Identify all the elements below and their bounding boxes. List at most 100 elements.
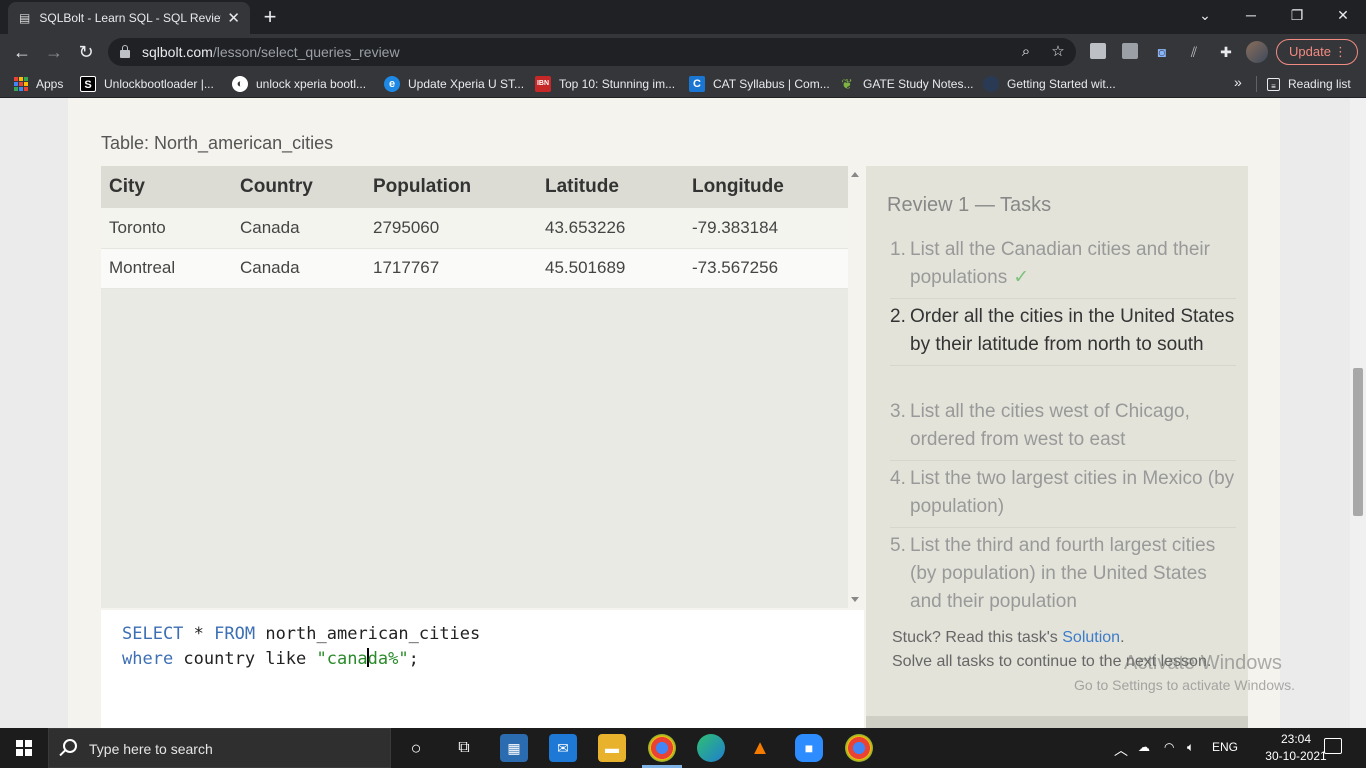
extension-icon[interactable] <box>1090 43 1106 59</box>
extensions-puzzle-icon[interactable]: ✚ <box>1215 41 1237 63</box>
task-item[interactable]: 5. List the third and fourth largest cit… <box>890 532 1236 622</box>
c-logo-icon: C <box>689 76 705 92</box>
taskbar-search[interactable]: Type here to search <box>48 728 391 768</box>
new-tab-button[interactable]: + <box>258 4 282 30</box>
table-caption: Table: North_american_cities <box>101 133 334 153</box>
document-extension-icon[interactable] <box>1122 43 1138 59</box>
bookmarks-divider <box>1256 76 1257 92</box>
database-icon: ▤ <box>19 11 31 25</box>
ibn-logo-icon: IBN <box>535 76 551 92</box>
browser-tab[interactable]: ▤ SQLBolt - Learn SQL - SQL Review ✕ <box>8 2 250 34</box>
task-item[interactable]: 4. List the two largest cities in Mexico… <box>890 465 1236 528</box>
clock-date: 30-10-2021 <box>1265 749 1327 763</box>
tray-overflow-icon[interactable]: ︿ <box>1114 740 1128 760</box>
address-bar[interactable]: sqlbolt.com/lesson/select_queries_review… <box>108 38 1076 66</box>
bookmark-getting-started[interactable]: Getting Started wit... <box>983 75 1116 93</box>
start-button[interactable] <box>0 728 48 768</box>
bookmark-star-icon[interactable]: ☆ <box>1048 42 1068 62</box>
column-header-latitude: Latitude <box>537 166 684 208</box>
bookmark-unlockbootloader[interactable]: S Unlockbootloader |... <box>80 75 214 93</box>
zoom-app-icon[interactable]: ■ <box>795 734 823 762</box>
reload-button[interactable]: ↻ <box>72 38 100 66</box>
bookmark-cat-syllabus[interactable]: C CAT Syllabus | Com... <box>689 75 830 93</box>
table-cell: Toronto <box>101 208 232 249</box>
url-text[interactable]: sqlbolt.com/lesson/select_queries_review <box>142 44 400 60</box>
wifi-icon[interactable]: ◠ <box>1164 740 1174 754</box>
globe-icon: ◐ <box>232 76 248 92</box>
windows-taskbar: Type here to search ○ ⧉ ▦ ✉ ▬ ▲ ■ ︿ ☁ ◠ … <box>0 728 1366 768</box>
bookmark-top10[interactable]: IBN Top 10: Stunning im... <box>535 75 675 93</box>
chrome-icon[interactable] <box>648 734 676 762</box>
table-header-row: City Country Population Latitude Longitu… <box>101 166 848 208</box>
vlc-icon[interactable]: ▲ <box>746 734 774 762</box>
table-cell: Canada <box>232 208 365 249</box>
forward-button[interactable]: → <box>40 38 68 66</box>
mail-icon[interactable]: ✉ <box>549 734 577 762</box>
browser-toolbar: ← → ↻ sqlbolt.com/lesson/select_queries_… <box>0 34 1366 70</box>
bookmarks-overflow-icon[interactable]: » <box>1234 74 1242 90</box>
profile-avatar[interactable] <box>1246 41 1268 63</box>
table-cell: 45.501689 <box>537 248 684 289</box>
back-button[interactable]: ← <box>8 38 36 66</box>
task-item[interactable]: 3. List all the cities west of Chicago, … <box>890 398 1236 461</box>
checkmark-icon: ✓ <box>1013 267 1030 288</box>
file-explorer-icon[interactable]: ▬ <box>598 734 626 762</box>
results-scrollbar[interactable] <box>848 166 864 608</box>
reading-list-button[interactable]: ≡ Reading list <box>1267 75 1351 93</box>
page-scroll-thumb[interactable] <box>1353 368 1363 516</box>
column-header-country: Country <box>232 166 365 208</box>
more-menu-icon: ⋮ <box>1334 44 1347 59</box>
table-cell: -79.383184 <box>684 208 848 249</box>
code-line-1: SELECT * FROM north_american_cities <box>122 624 481 644</box>
volume-icon[interactable]: 🔈︎ <box>1187 740 1194 755</box>
restore-button[interactable]: ❐ <box>1274 0 1320 30</box>
clock-time: 23:04 <box>1280 732 1312 746</box>
bookmark-apps[interactable]: Apps <box>14 75 63 93</box>
edge-icon[interactable] <box>697 734 725 762</box>
table-row: Montreal Canada 1717767 45.501689 -73.56… <box>101 248 848 289</box>
tab-search-chevron-icon[interactable]: ⌄ <box>1182 0 1228 30</box>
bookmark-gate-notes[interactable]: ❦ GATE Study Notes... <box>839 75 973 93</box>
minimize-button[interactable]: ─ <box>1228 0 1274 30</box>
onedrive-icon[interactable]: ☁ <box>1138 740 1150 754</box>
leaf-icon: ❦ <box>841 76 853 92</box>
bookmark-unlock-xperia[interactable]: ◐ unlock xperia bootl... <box>232 75 366 93</box>
sql-editor[interactable]: SELECT * FROM north_american_cities wher… <box>101 610 864 728</box>
bookmark-update-xperia[interactable]: e Update Xperia U ST... <box>384 75 524 93</box>
windows-logo-icon <box>16 740 32 756</box>
task-item-active[interactable]: 2. Order all the cities in the United St… <box>890 303 1236 366</box>
camera-extension-icon[interactable]: ◙ <box>1151 41 1173 63</box>
bookmarks-bar: Apps S Unlockbootloader |... ◐ unlock xp… <box>0 70 1366 98</box>
zoom-icon[interactable]: ⌕ <box>1016 42 1036 62</box>
page-scrollbar[interactable] <box>1350 98 1366 728</box>
store-icon[interactable]: ▦ <box>500 734 528 762</box>
language-indicator[interactable]: ENG <box>1212 740 1238 754</box>
lock-icon[interactable] <box>120 45 130 58</box>
cortana-icon[interactable]: ○ <box>402 734 430 762</box>
table-cell: -73.567256 <box>684 248 848 289</box>
reading-list-icon: ≡ <box>1267 77 1280 91</box>
scroll-up-arrow-icon[interactable] <box>851 172 859 177</box>
task-item[interactable]: 1. List all the Canadian cities and thei… <box>890 236 1236 299</box>
chart-extension-icon[interactable]: ⫽ <box>1183 41 1205 63</box>
column-header-longitude: Longitude <box>684 166 848 208</box>
s-logo-icon: S <box>80 76 96 92</box>
search-icon <box>63 739 77 753</box>
solution-link[interactable]: Solution <box>1062 629 1120 646</box>
tasks-title: Review 1 — Tasks <box>887 194 1052 216</box>
scroll-down-arrow-icon[interactable] <box>851 597 859 602</box>
column-header-city: City <box>101 166 232 208</box>
chrome-profile-icon[interactable] <box>845 734 873 762</box>
update-button[interactable]: Update ⋮ <box>1276 39 1358 65</box>
activate-windows-watermark: Activate Windows Go to Settings to activ… <box>1074 652 1295 693</box>
task-view-icon[interactable]: ⧉ <box>450 734 478 762</box>
tab-title: SQLBolt - Learn SQL - SQL Review <box>39 11 222 25</box>
taskbar-clock[interactable]: 23:04 30-10-2021 <box>1264 731 1328 765</box>
code-line-2: where country like "canada%"; <box>122 648 419 669</box>
tab-close-icon[interactable]: ✕ <box>227 9 240 27</box>
table-cell: 1717767 <box>365 248 537 289</box>
table-cell: 43.653226 <box>537 208 684 249</box>
close-window-button[interactable]: ✕ <box>1320 0 1366 30</box>
notification-icon[interactable] <box>1324 738 1342 754</box>
tasks-footer <box>866 716 1248 728</box>
